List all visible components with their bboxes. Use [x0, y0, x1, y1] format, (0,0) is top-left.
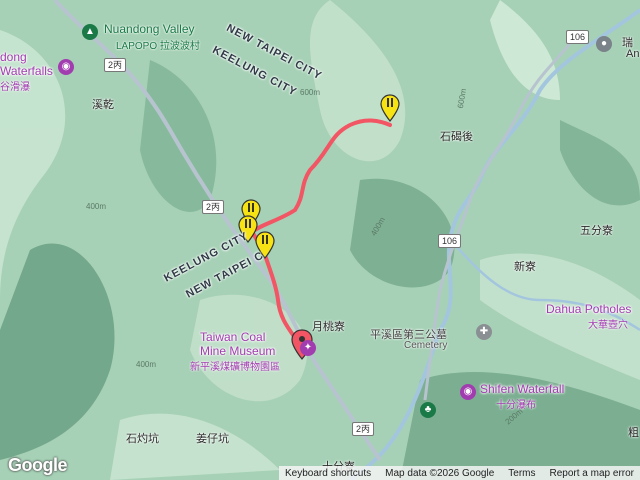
road-shield-2c: 2丙: [202, 200, 225, 214]
road-shield-106: 106: [566, 30, 590, 44]
place-wufenliao: 五分寮: [580, 225, 613, 237]
terms-link[interactable]: Terms: [508, 468, 535, 479]
shifen-waterfall-label[interactable]: Shifen Waterfall: [480, 382, 564, 396]
camera-icon[interactable]: ◉: [460, 384, 476, 400]
place-xiqian: 溪乾: [92, 99, 114, 111]
road-shield-2c: 2丙: [352, 422, 375, 436]
place-shiwanhou: 石碣後: [440, 131, 473, 143]
coal-museum-zh-label: 新平溪煤礦博物園區: [190, 362, 280, 373]
road-shield-106: 106: [438, 234, 462, 248]
map-attribution-bar: Keyboard shortcuts Map data ©2026 Google…: [278, 466, 640, 480]
place-xinliao: 新寮: [514, 261, 536, 273]
coal-museum-label-2[interactable]: Mine Museum: [200, 344, 275, 358]
map-data-credit: Map data ©2026 Google: [385, 467, 495, 479]
road-shield-2c: 2丙: [104, 58, 127, 72]
nuandong-valley-label[interactable]: Nuandong Valley: [104, 22, 195, 36]
dahua-zh-label: 大華壺穴: [588, 320, 628, 331]
park-icon[interactable]: ♣: [420, 402, 436, 418]
waterfalls-label-a[interactable]: dong: [0, 50, 27, 64]
contour-label: 600m: [300, 88, 321, 97]
report-error-link[interactable]: Report a map error: [550, 468, 634, 479]
google-logo[interactable]: Google: [8, 455, 68, 476]
place-jiangzaikeng: 姜仔坑: [196, 433, 229, 445]
coal-museum-label-1[interactable]: Taiwan Coal: [200, 330, 265, 344]
museum-icon[interactable]: ✦: [300, 340, 316, 356]
location-icon[interactable]: ●: [596, 36, 612, 52]
place-shizhuokeng: 石灼坑: [126, 433, 159, 445]
contour-label: 400m: [86, 202, 107, 211]
camera-icon[interactable]: ◉: [58, 59, 74, 75]
nuandong-zh-label: LAPOPO 拉波波村: [116, 41, 200, 52]
cemetery-icon[interactable]: ✚: [476, 324, 492, 340]
place-yuetaoliao: 月桃寮: [312, 321, 345, 333]
place-bin: 粗: [628, 427, 639, 439]
waterfalls-label-b[interactable]: Waterfalls: [0, 64, 53, 78]
dahua-potholes-label[interactable]: Dahua Potholes: [546, 302, 631, 316]
waterfalls-zh-label: 谷滑瀑: [0, 82, 30, 93]
contour-label: 400m: [136, 360, 157, 369]
park-icon[interactable]: ▲: [82, 24, 98, 40]
place-rui-en: An: [626, 48, 640, 60]
keyboard-shortcuts-link[interactable]: Keyboard shortcuts: [285, 468, 371, 479]
cemetery-en-label: Cemetery: [404, 340, 448, 351]
